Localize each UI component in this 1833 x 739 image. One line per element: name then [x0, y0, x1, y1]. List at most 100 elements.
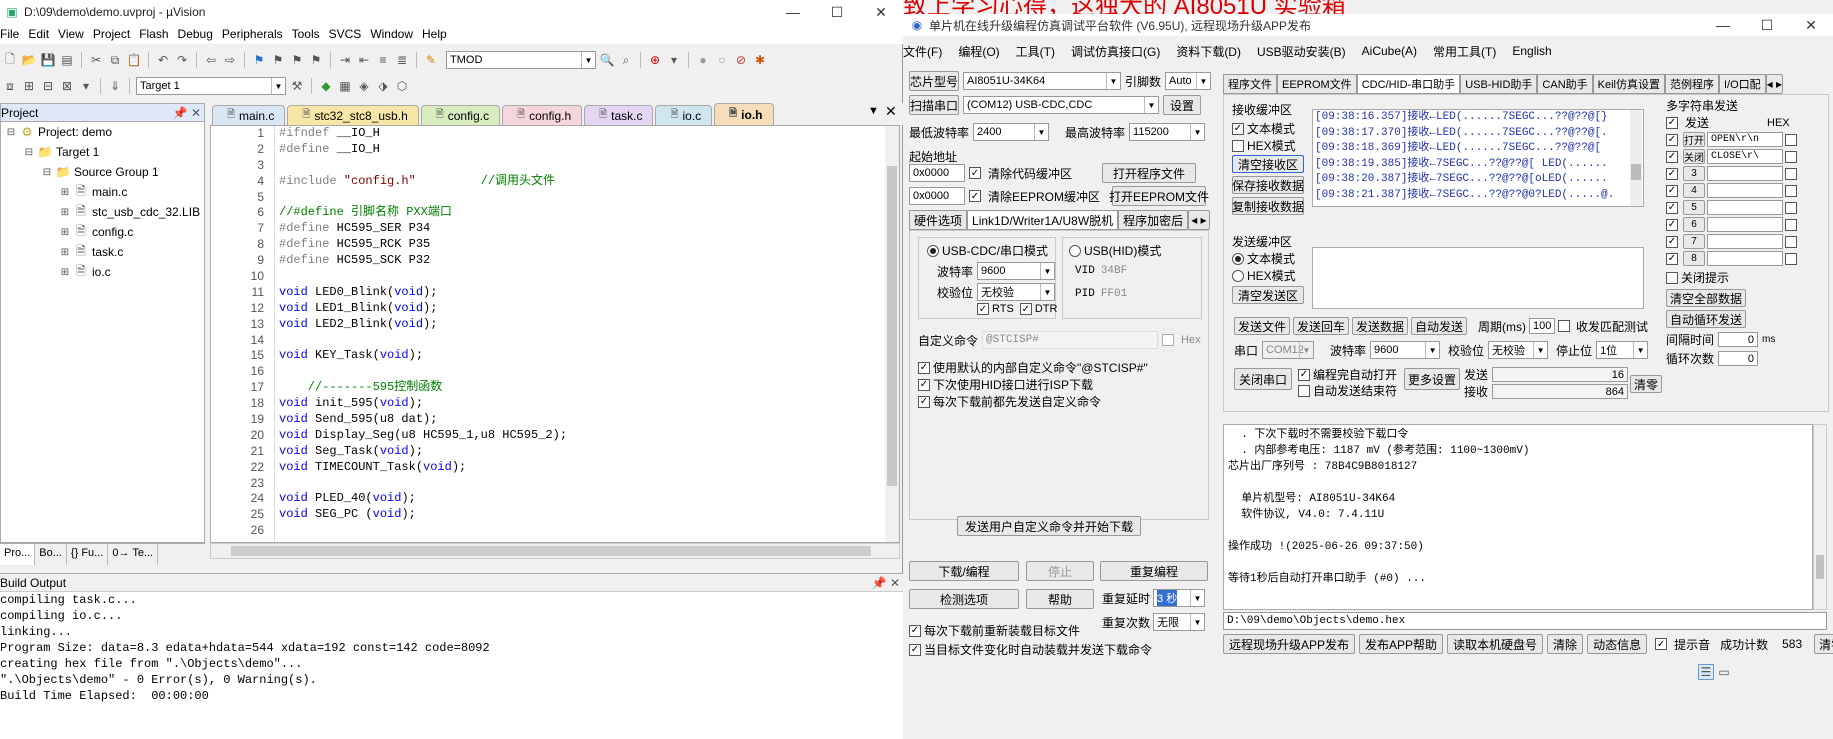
nav-back-icon[interactable]: ⇦	[203, 52, 219, 68]
find-combo[interactable]: TMOD ▼	[446, 51, 596, 69]
auto-open-checkbox[interactable]: ✓	[1298, 368, 1310, 381]
code-line[interactable]: void KEY_Task(void);	[279, 348, 567, 364]
eeprom-addr-input[interactable]: 0x0000	[909, 187, 965, 205]
send-hex-radio[interactable]	[1232, 269, 1244, 282]
menu-project[interactable]: Project	[93, 27, 139, 41]
auto-send-button[interactable]: 自动发送	[1411, 317, 1467, 335]
incremental-find-icon[interactable]: ⌕	[618, 52, 634, 68]
bookmark-icon[interactable]: ⚑	[251, 52, 267, 68]
multi-row-input[interactable]	[1707, 217, 1783, 232]
isp-menu-item[interactable]: USB驱动安装(B)	[1257, 43, 1346, 60]
repeat-delay-select[interactable]: 3 秒 ▼	[1153, 589, 1206, 607]
save-recv-button[interactable]: 保存接收数据	[1232, 176, 1304, 194]
code-line[interactable]: void SEG_PC (void);	[279, 507, 567, 523]
list-view-icon[interactable]: ☰	[1698, 664, 1714, 680]
tree-item[interactable]: ⊞ 🗎 main.c	[1, 182, 204, 202]
clear-recv-button[interactable]: 清空接收区	[1232, 155, 1304, 173]
clear-all-button[interactable]: 清空全部数据	[1666, 289, 1746, 307]
assistant-tab[interactable]: USB-HID助手	[1460, 74, 1538, 94]
find-in-files-icon[interactable]: ✎	[423, 52, 439, 68]
assistant-tab[interactable]: 范例程序	[1665, 74, 1719, 94]
multi-row-hex-checkbox[interactable]	[1785, 252, 1797, 265]
stop-select[interactable]: 1位 ▼	[1596, 341, 1649, 359]
project-tab[interactable]: Bo...	[35, 544, 67, 565]
send-text-area[interactable]	[1312, 247, 1644, 309]
custom-cmd-input[interactable]: @STCISP#	[982, 331, 1159, 349]
code-line[interactable]: void Send_595(u8 dat);	[279, 412, 567, 428]
send-text-radio[interactable]	[1232, 252, 1244, 265]
send-file-button[interactable]: 发送文件	[1234, 317, 1290, 335]
code-line[interactable]	[279, 333, 567, 349]
hex-checkbox[interactable]	[1162, 334, 1175, 346]
minimize-button[interactable]: —	[771, 0, 815, 24]
multi-row-checkbox[interactable]: ✓	[1666, 252, 1678, 265]
clear-send-button[interactable]: 清空发送区	[1232, 286, 1304, 304]
send-data-button[interactable]: 发送数据	[1352, 317, 1408, 335]
multi-row-hex-checkbox[interactable]	[1785, 218, 1797, 231]
pack-installer-icon[interactable]: ◈	[356, 78, 372, 94]
config-icon[interactable]: ✱	[752, 52, 768, 68]
usb-cdc-radio-row[interactable]: USB-CDC/串口模式	[927, 242, 1048, 259]
menu-view[interactable]: View	[58, 27, 93, 41]
menu-tools[interactable]: Tools	[292, 27, 329, 41]
usb-hid-radio-row[interactable]: USB(HID)模式	[1069, 242, 1161, 259]
code-line[interactable]: void PLED_40(void);	[279, 491, 567, 507]
menu-file[interactable]: File	[0, 27, 28, 41]
close-button[interactable]: ✕	[1789, 13, 1833, 37]
auto-load-checkbox[interactable]: ✓	[909, 643, 921, 656]
nav-forward-icon[interactable]: ⇨	[222, 52, 238, 68]
batch-build-icon[interactable]: ⊠	[59, 78, 75, 94]
send-cmd-checkbox[interactable]: ✓	[918, 395, 930, 408]
assistant-tab[interactable]: 程序文件	[1223, 74, 1277, 94]
find-icon[interactable]: 🔍	[599, 52, 615, 68]
bottom-button[interactable]: 发布APP帮助	[1359, 634, 1444, 654]
paste-icon[interactable]: 📋	[126, 52, 142, 68]
scan-port-button[interactable]: 扫描串口	[909, 95, 959, 115]
output-log[interactable]: . 下次下载时不需要校验下载口令 . 内部参考电压: 1187 mV (参考范围…	[1223, 424, 1813, 610]
hid-next-checkbox[interactable]: ✓	[918, 378, 930, 391]
multi-row-input[interactable]	[1707, 251, 1783, 266]
code-line[interactable]: #define HC595_RCK P35	[279, 237, 567, 253]
multi-row-input[interactable]	[1707, 166, 1783, 181]
output-scrollbar[interactable]	[1813, 424, 1827, 610]
translate-icon[interactable]: ⧈	[2, 78, 18, 94]
hardware-subtab[interactable]: 程序加密后	[1118, 210, 1189, 230]
tab-list-icon[interactable]: ▼	[868, 105, 879, 117]
multi-row-hex-checkbox[interactable]	[1785, 133, 1797, 146]
dropdown-arrow-icon[interactable]: ▾	[666, 52, 682, 68]
multi-row-input[interactable]	[1707, 200, 1783, 215]
tree-item[interactable]: ⊞ 🗎 task.c	[1, 242, 204, 262]
multi-row-send-button[interactable]: 关闭	[1683, 149, 1705, 164]
dtr-checkbox[interactable]: ✓	[1019, 303, 1032, 315]
multi-row-send-button[interactable]: 8	[1683, 251, 1705, 266]
code-addr-input[interactable]: 0x0000	[909, 164, 965, 182]
code-line[interactable]: void LED1_Blink(void);	[279, 301, 567, 317]
maximize-button[interactable]: ☐	[1745, 13, 1789, 37]
code-line[interactable]	[279, 269, 567, 285]
multi-row-input[interactable]	[1707, 183, 1783, 198]
tree-item[interactable]: ⊟ 📁 Target 1	[1, 142, 204, 162]
breakpoint-disable-icon[interactable]: ○	[714, 52, 730, 68]
editor-tab[interactable]: 🗎 main.c	[212, 105, 286, 125]
clear-code-checkbox[interactable]: ✓	[969, 167, 981, 179]
comment-icon[interactable]: ≡	[375, 52, 391, 68]
bottom-button[interactable]: 动态信息	[1587, 634, 1648, 654]
multi-row-hex-checkbox[interactable]	[1785, 150, 1797, 163]
code-text[interactable]: #ifndef __IO_H #define __IO_H #include "co…	[279, 126, 567, 539]
menu-svcs[interactable]: SVCS	[329, 27, 371, 41]
open-program-button[interactable]: 打开程序文件	[1102, 163, 1197, 183]
project-tab[interactable]: Pro...	[0, 544, 36, 565]
indent-icon[interactable]: ⇥	[337, 52, 353, 68]
rebuild-icon[interactable]: ⊟	[40, 78, 56, 94]
code-line[interactable]: #include "config.h" //调用头文件	[279, 174, 567, 190]
download-icon[interactable]: ⇓	[107, 78, 123, 94]
multi-row-hex-checkbox[interactable]	[1785, 184, 1797, 197]
detail-view-icon[interactable]: ▭	[1716, 664, 1732, 680]
loop-input[interactable]: 0	[1718, 351, 1759, 366]
close-button[interactable]: ✕	[859, 0, 903, 24]
baud2-select[interactable]: 9600 ▼	[1370, 341, 1441, 359]
download-button[interactable]: 下载/编程	[909, 561, 1019, 581]
interval-input[interactable]: 0	[1718, 332, 1759, 347]
run-time-env-icon[interactable]: ⬡	[394, 78, 410, 94]
hex-path-field[interactable]: D:\09\demo\Objects\demo.hex	[1223, 612, 1827, 630]
